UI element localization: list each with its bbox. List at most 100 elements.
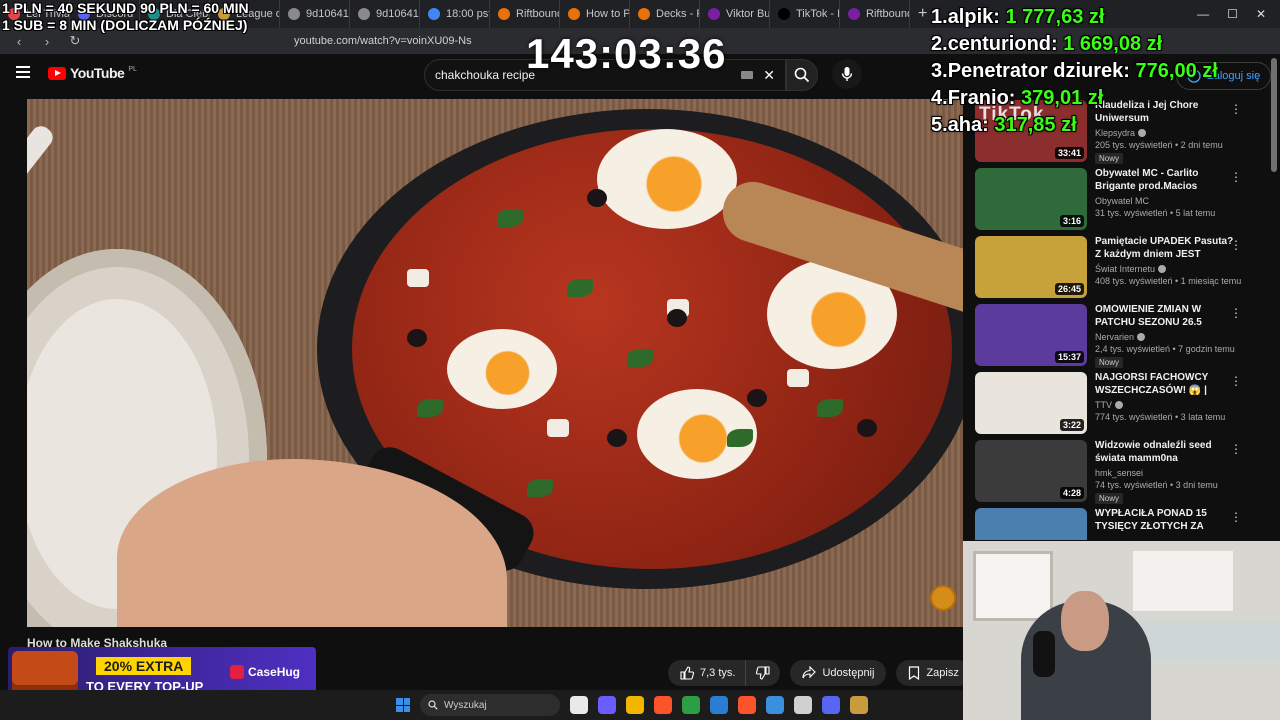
video-herb: [527, 479, 553, 497]
taskbar-app-icon[interactable]: [682, 696, 700, 714]
forward-icon[interactable]: ›: [38, 34, 56, 49]
video-thumbnail[interactable]: 3:22: [975, 372, 1087, 434]
recommended-video-channel[interactable]: Nervarien: [1095, 332, 1235, 342]
treasure-chest-icon: [12, 651, 78, 695]
tab-favicon-icon: [708, 8, 720, 20]
browser-tab[interactable]: How to Play -: [560, 0, 630, 28]
tab-label: How to Play -: [586, 8, 630, 20]
search-query: chakchouka recipe: [435, 68, 536, 82]
recommended-video-meta: 74 tys. wyświetleń • 3 dni temu: [1095, 480, 1218, 490]
reload-icon[interactable]: ↻: [66, 33, 84, 49]
taskbar-app-icon[interactable]: [654, 696, 672, 714]
browser-tab[interactable]: 9d106416ac: [350, 0, 420, 28]
more-vertical-icon[interactable]: ⋮: [1230, 170, 1242, 184]
video-thumbnail[interactable]: 4:28: [975, 440, 1087, 502]
taskbar-app-icon[interactable]: [626, 696, 644, 714]
recommended-video-channel[interactable]: TTV: [1095, 400, 1235, 410]
youtube-play-icon: [48, 66, 66, 80]
browser-tab[interactable]: 18:00 pst to: [420, 0, 490, 28]
taskbar-app-icon[interactable]: [570, 696, 588, 714]
dislike-button[interactable]: [745, 660, 781, 686]
recommended-video-info: Pamiętacie UPADEK Pasuta? Z każdym dniem…: [1095, 236, 1241, 298]
recommended-video-channel[interactable]: Obywatel MC: [1095, 196, 1235, 206]
recommendations-list: 33:41 Klaudeliza i Jej Chore Uniwersum Kle…: [975, 96, 1250, 540]
leaderboard-name: aha:: [947, 114, 989, 136]
recommended-video[interactable]: 26:45 Pamiętacie UPADEK Pasuta? Z każdym …: [975, 236, 1250, 298]
browser-tab[interactable]: Riftbound Ca: [840, 0, 910, 28]
video-thumbnail[interactable]: [975, 508, 1087, 540]
video-player[interactable]: [27, 99, 963, 627]
menu-icon[interactable]: [16, 66, 30, 78]
save-button[interactable]: Zapisz: [896, 660, 971, 686]
leaderboard-rank: 3.: [931, 60, 948, 82]
recommended-video[interactable]: 4:28 Widzowie odnaleźli seed świata mamm0…: [975, 440, 1250, 504]
recommended-video-info: OMÓWIENIE ZMIAN W PATCHU SEZONU 26.5 LEA…: [1095, 304, 1235, 368]
voice-search-button[interactable]: [832, 59, 862, 89]
video-thumbnail[interactable]: 15:37: [975, 304, 1087, 366]
recommended-video-title[interactable]: WYPŁACIŁA PONAD 15 TYSIĘCY ZŁOTYCH ZA PR…: [1095, 508, 1235, 533]
tab-label: Riftbound Ca: [866, 8, 910, 20]
back-icon[interactable]: ‹: [10, 34, 28, 49]
webcam-streamer-head: [1061, 591, 1109, 651]
tab-label: 18:00 pst to: [446, 8, 490, 20]
region-code: PL: [128, 65, 137, 73]
recommended-video[interactable]: 3:22 NAJGORSI FACHOWCY WSZECHCZASÓW! 😱 | …: [975, 372, 1250, 434]
browser-tab[interactable]: 9d106416ac5: [280, 0, 350, 28]
recommended-video-channel[interactable]: Świat Internetu: [1095, 264, 1235, 274]
tab-label: 9d106416ac: [376, 8, 419, 20]
more-vertical-icon[interactable]: ⋮: [1230, 510, 1242, 524]
more-vertical-icon[interactable]: ⋮: [1230, 374, 1242, 388]
video-corner-badge-icon[interactable]: [930, 585, 956, 611]
more-vertical-icon[interactable]: ⋮: [1230, 306, 1242, 320]
leaderboard-amount: 317,85 zł: [994, 114, 1077, 136]
taskbar-app-icon[interactable]: [850, 696, 868, 714]
taskbar-search[interactable]: Wyszukaj: [420, 694, 560, 716]
recommended-video-title[interactable]: OMÓWIENIE ZMIAN W PATCHU SEZONU 26.5 LEA…: [1095, 304, 1235, 329]
recommended-video-title[interactable]: NAJGORSI FACHOWCY WSZECHCZASÓW! 😱 | Uste…: [1095, 372, 1235, 397]
video-feta: [787, 369, 809, 387]
taskbar-app-icon[interactable]: [794, 696, 812, 714]
video-olive: [667, 309, 687, 327]
browser-tab[interactable]: TikTok - Make: [770, 0, 840, 28]
save-label: Zapisz: [926, 667, 959, 679]
address-bar[interactable]: youtube.com/watch?v=voinXU09-Ns: [294, 35, 472, 47]
recommended-video[interactable]: 15:37 OMÓWIENIE ZMIAN W PATCHU SEZONU 26.…: [975, 304, 1250, 368]
search-icon: [794, 67, 810, 83]
clear-search-icon[interactable]: ✕: [763, 67, 775, 84]
keyboard-icon[interactable]: [741, 71, 754, 79]
verified-check-icon: [1137, 333, 1146, 341]
screen: Lei TriviaDiscordDla Ciebie wsLeague of …: [0, 0, 1280, 720]
more-vertical-icon[interactable]: ⋮: [1230, 442, 1242, 456]
recommended-video[interactable]: WYPŁACIŁA PONAD 15 TYSIĘCY ZŁOTYCH ZA PR…: [975, 508, 1250, 540]
taskbar-app-icon[interactable]: [598, 696, 616, 714]
taskbar-app-icon[interactable]: [822, 696, 840, 714]
recommended-video-channel[interactable]: hmk_sensei: [1095, 468, 1235, 478]
browser-tab[interactable]: Riftbound | L: [490, 0, 560, 28]
youtube-logo[interactable]: YouTube PL: [48, 65, 137, 81]
video-thumbnail[interactable]: 26:45: [975, 236, 1087, 298]
recommended-video[interactable]: 3:16 Obywatel MC - Carlito Brigante prod.…: [975, 168, 1250, 230]
recommended-video-title[interactable]: Pamiętacie UPADEK Pasuta? Z każdym dniem…: [1095, 236, 1235, 261]
recommended-video-title[interactable]: Obywatel MC - Carlito Brigante prod.Maci…: [1095, 168, 1235, 193]
browser-tab[interactable]: Viktor Build: [700, 0, 770, 28]
webcam-feed: [963, 541, 1280, 720]
share-button[interactable]: Udostępnij: [790, 660, 887, 686]
taskbar-app-icon[interactable]: [766, 696, 784, 714]
video-thumbnail[interactable]: 3:16: [975, 168, 1087, 230]
search-button[interactable]: [786, 59, 818, 91]
video-olive: [407, 329, 427, 347]
leaderboard-amount: 379,01 zł: [1021, 87, 1104, 109]
browser-tab[interactable]: Decks - Riftb: [630, 0, 700, 28]
leaderboard-name: Franio:: [947, 87, 1016, 109]
recommended-video-meta: 31 tys. wyświetleń • 5 lat temu: [1095, 208, 1216, 218]
tab-favicon-icon: [358, 8, 370, 20]
taskbar-app-icon[interactable]: [710, 696, 728, 714]
more-vertical-icon[interactable]: ⋮: [1230, 238, 1242, 252]
taskbar-app-icon[interactable]: [738, 696, 756, 714]
channel-name: hmk_sensei: [1095, 468, 1144, 478]
like-button[interactable]: 7,3 tys.: [668, 660, 746, 686]
recommended-video-title[interactable]: Widzowie odnaleźli seed świata mamm0na: [1095, 440, 1235, 465]
recommended-video-info: WYPŁACIŁA PONAD 15 TYSIĘCY ZŁOTYCH ZA PR…: [1095, 508, 1235, 540]
windows-start-icon[interactable]: [396, 698, 410, 712]
ad-brand-name: CaseHug: [248, 665, 301, 679]
